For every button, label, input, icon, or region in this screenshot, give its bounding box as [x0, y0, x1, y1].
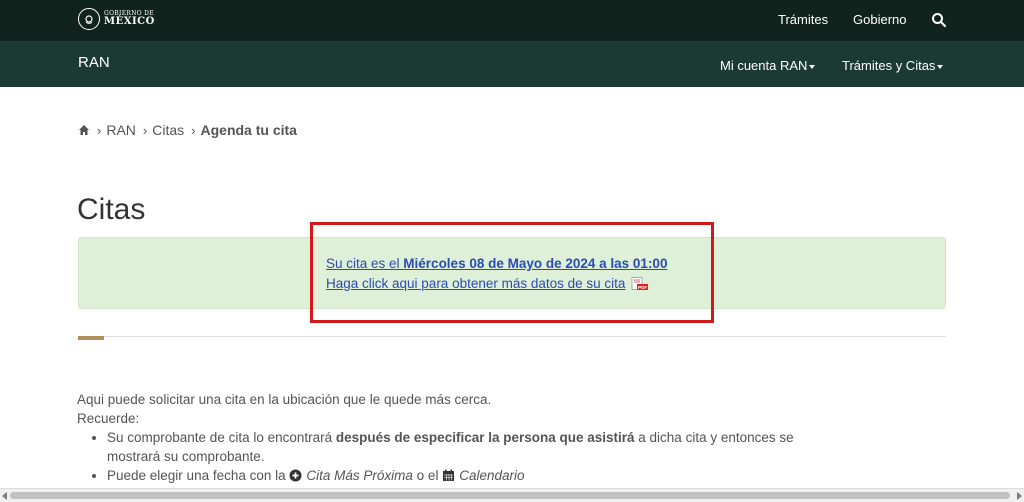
scroll-right-icon[interactable]	[1017, 492, 1022, 500]
bullet1-text-b: después de especificar la persona que as…	[335, 430, 635, 445]
menu-tramites-citas-label: Trámites y Citas	[842, 58, 936, 73]
menu-mi-cuenta-label: Mi cuenta RAN	[720, 58, 808, 73]
section-divider	[78, 336, 946, 337]
bullet2-text-a: Puede elegir una fecha con la	[107, 468, 290, 483]
bullet2-text-b: Cita Más Próxima	[306, 468, 413, 483]
breadcrumb-current: Agenda tu cita	[200, 122, 297, 138]
caret-down-icon	[809, 64, 816, 69]
ran-navbar: RAN Mi cuenta RAN Trámites y Citas	[0, 41, 1024, 87]
chevron-right-icon: ›	[142, 122, 148, 138]
breadcrumb: › RAN › Citas › Agenda tu cita	[78, 122, 297, 138]
search-icon[interactable]	[931, 12, 947, 28]
ran-title[interactable]: RAN	[78, 54, 110, 71]
menu-mi-cuenta[interactable]: Mi cuenta RAN	[720, 58, 816, 73]
bullet1-text-a: Su comprobante de cita lo encontrará	[107, 430, 336, 445]
horizontal-scrollbar[interactable]	[0, 488, 1024, 502]
gobierno-logo[interactable]: GOBIERNO DE MÉXICO	[78, 8, 155, 30]
calendar-icon	[443, 469, 455, 481]
home-icon[interactable]	[78, 124, 90, 136]
caret-down-icon	[937, 64, 944, 69]
intro-text: Aqui puede solicitar una cita en la ubic…	[77, 392, 492, 407]
divider-accent	[78, 336, 104, 340]
instructions: Aqui puede solicitar una cita en la ubic…	[77, 390, 837, 485]
top-link-tramites[interactable]: Trámites	[778, 12, 828, 27]
reminder-list: Su comprobante de cita lo encontrará des…	[107, 428, 837, 485]
top-government-bar: GOBIERNO DE MÉXICO Trámites Gobierno	[0, 0, 1024, 41]
menu-tramites-citas[interactable]: Trámites y Citas	[842, 58, 944, 73]
highlight-annotation	[310, 222, 714, 323]
scroll-left-icon[interactable]	[2, 492, 7, 500]
list-item: Puede elegir una fecha con la Cita Más P…	[107, 466, 837, 485]
list-item: Su comprobante de cita lo encontrará des…	[107, 428, 837, 466]
crest-icon	[78, 8, 100, 30]
bullet2-text-c: o el	[412, 468, 443, 483]
top-link-gobierno[interactable]: Gobierno	[853, 12, 906, 27]
breadcrumb-ran[interactable]: RAN	[106, 122, 136, 138]
logo-line-2: MÉXICO	[104, 16, 155, 27]
chevron-right-icon: ›	[191, 122, 196, 138]
page-title: Citas	[77, 193, 146, 226]
plus-circle-icon	[289, 469, 302, 482]
chevron-right-icon: ›	[97, 122, 102, 138]
scrollbar-thumb[interactable]	[10, 492, 1010, 499]
reminder-label: Recuerde:	[77, 411, 140, 426]
breadcrumb-citas[interactable]: Citas	[152, 122, 184, 138]
bullet2-text-d: Calendario	[459, 468, 525, 483]
